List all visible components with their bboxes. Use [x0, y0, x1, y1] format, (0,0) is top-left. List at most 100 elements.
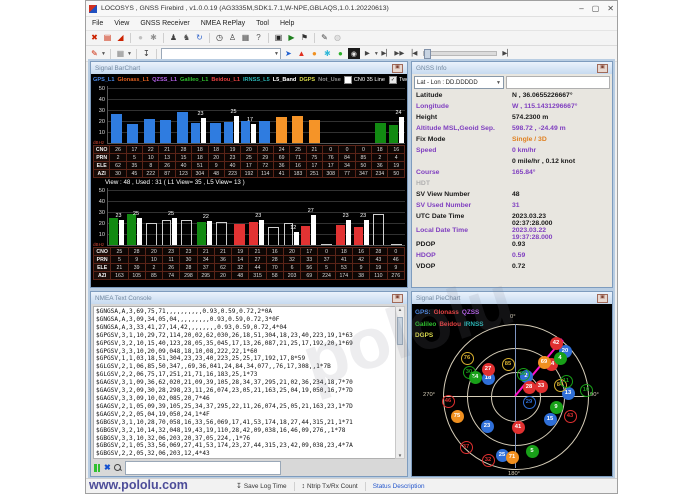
checkbox-two-layer[interactable]: ✓Two Layer — [389, 76, 407, 84]
menu-item-help[interactable]: Help — [280, 20, 294, 27]
signal-panel-menu-button[interactable]: ▣ — [392, 64, 403, 73]
nmea-sentence: $GLGSV,2,2,06,75,17,251,21,71,16,183,25,… — [96, 371, 394, 379]
ok-icon[interactable]: ● — [335, 48, 346, 60]
skip-forward-button[interactable]: ▶▶ — [394, 48, 405, 60]
chevron-down-icon: ▼ — [496, 80, 501, 86]
send-plane-icon[interactable]: ➤ — [283, 48, 294, 60]
satellite-prn-85: 85 — [502, 358, 515, 371]
cell-azi: 347 — [355, 170, 371, 178]
chevron-down-icon[interactable]: ▼ — [127, 51, 132, 57]
satellite-prn-46: 46 — [442, 395, 455, 408]
menu-item-nmea-replay[interactable]: NMEA RePlay — [201, 20, 245, 27]
gnss-panel-menu-button[interactable]: ▣ — [597, 64, 608, 73]
cell-ele: 39 — [128, 264, 145, 272]
bar-group-prn-13 — [158, 86, 175, 143]
bar-group-prn-10 — [143, 188, 160, 245]
checkbox-label: Two Layer — [399, 77, 407, 83]
record-view-button[interactable]: ◉ — [348, 48, 360, 59]
cell-azi: 276 — [387, 272, 404, 280]
clear-button[interactable]: ✖ — [104, 463, 111, 472]
cell-ele: 70 — [266, 264, 283, 272]
y-tick: 30 — [93, 108, 105, 114]
warm-icon[interactable]: ● — [309, 48, 320, 60]
satellite-prn-11: 11 — [560, 375, 573, 388]
cell-cno: 19 — [224, 146, 240, 154]
signal-bar — [127, 124, 138, 143]
signal-quality-icon[interactable]: ◢ — [115, 32, 126, 44]
cell-cno: 20 — [241, 146, 257, 154]
hot-icon[interactable]: ▲ — [296, 48, 307, 60]
maximize-button[interactable]: ▢ — [592, 5, 600, 13]
latlon-format-select[interactable]: Lat - Lon : DD.DDDDD ▼ — [414, 76, 504, 89]
checkbox-box[interactable] — [344, 76, 352, 84]
nmea-scrollbar[interactable]: ▲ ▼ — [395, 306, 405, 459]
bar-group-prn-71 — [290, 86, 307, 143]
flag-icon[interactable]: ⚑ — [299, 32, 310, 44]
image-view-icon[interactable]: ▣ — [273, 32, 284, 44]
stop-icon[interactable]: ● — [135, 32, 146, 44]
person-icon[interactable]: ♙ — [227, 32, 238, 44]
cell-prn: 2 — [372, 154, 388, 162]
replay-position-slider[interactable] — [423, 51, 497, 56]
chevron-down-icon[interactable]: ▼ — [374, 51, 379, 57]
scroll-up-icon[interactable]: ▲ — [396, 307, 404, 312]
send-icon[interactable]: ▶ — [286, 32, 297, 44]
jump-end-button[interactable]: ▶▏ — [502, 48, 513, 60]
legend-not_use: Not_Use — [318, 77, 341, 83]
nmea-text-area[interactable]: $GNGSA,A,3,69,75,71,,,,,,,,,,0.93,0.59,0… — [93, 306, 397, 459]
play-button[interactable]: ▶ — [362, 48, 373, 60]
cell-ele: 21 — [111, 264, 128, 272]
l5-bar — [311, 215, 316, 245]
slider-thumb[interactable] — [424, 49, 431, 59]
polar-panel-menu-button[interactable]: ▣ — [597, 294, 608, 303]
scroll-thumb[interactable] — [397, 317, 403, 345]
cell-prn: 18 — [192, 154, 208, 162]
users-icon[interactable]: ♞ — [181, 32, 192, 44]
skip-back-button[interactable]: ▕◀ — [407, 48, 418, 60]
menu-item-file[interactable]: File — [92, 20, 103, 27]
close-button[interactable]: ✕ — [607, 5, 614, 13]
cell-cno: 20 — [283, 248, 300, 256]
options-icon[interactable]: ◍ — [332, 32, 343, 44]
cold-icon[interactable]: ✱ — [322, 48, 333, 60]
minimize-button[interactable]: – — [579, 5, 583, 13]
latlon-format-input[interactable] — [506, 76, 610, 89]
cell-prn: 28 — [266, 256, 283, 264]
status-item-status-description[interactable]: Status Description — [373, 483, 425, 490]
polar-panel-title: Signal PieChart — [416, 295, 597, 302]
grid-select-icon[interactable]: ▦ — [240, 32, 251, 44]
field-label: PDOP — [416, 241, 512, 248]
scroll-down-icon[interactable]: ▼ — [396, 453, 404, 458]
help-bubble-icon[interactable]: ? — [253, 32, 264, 44]
nmea-search-input[interactable] — [125, 461, 281, 475]
status-item-ntrip-tx-rx-count[interactable]: ↕Ntrip Tx/Rx Count — [302, 483, 358, 490]
nmea-panel-menu-button[interactable]: ▣ — [392, 294, 403, 303]
menu-item-view[interactable]: View — [114, 20, 129, 27]
disconnect-icon[interactable]: ✖ — [89, 32, 100, 44]
timer-icon[interactable]: ◷ — [214, 32, 225, 44]
download-icon[interactable]: ↧ — [141, 48, 152, 60]
chevron-down-icon[interactable]: ▼ — [101, 51, 106, 57]
pen-icon[interactable]: ✎ — [89, 48, 100, 60]
fill-grid-icon[interactable]: ▦ — [115, 48, 126, 60]
status-item-save-log-time[interactable]: ↧Save Log Time — [236, 482, 287, 490]
save-log-icon[interactable]: ▤ — [102, 32, 113, 44]
signal-bar — [373, 214, 384, 245]
user-icon[interactable]: ♟ — [168, 32, 179, 44]
cell-prn: 37 — [318, 256, 335, 264]
edit-note-icon[interactable]: ✎ — [319, 32, 330, 44]
cell-prn: 27 — [249, 256, 266, 264]
refresh-icon[interactable]: ↻ — [194, 32, 205, 44]
row-header-cno: CNO — [94, 248, 111, 256]
replay-file-select[interactable]: ▼ — [161, 48, 281, 60]
settings-icon[interactable]: ✱ — [148, 32, 159, 44]
menu-item-tool[interactable]: Tool — [256, 20, 269, 27]
gnss-field-row: 0 mile/hr , 0.12 knot — [416, 158, 608, 169]
menu-item-gnss-receiver[interactable]: GNSS Receiver — [140, 20, 189, 27]
checkbox-box[interactable]: ✓ — [389, 76, 397, 84]
step-forward-button[interactable]: ▶▏ — [381, 48, 392, 60]
pause-button[interactable] — [93, 463, 101, 473]
signal-bar — [354, 227, 363, 245]
l5-bar — [259, 220, 264, 245]
checkbox-cn0-35-line[interactable]: CN0 35 Line — [344, 76, 385, 84]
